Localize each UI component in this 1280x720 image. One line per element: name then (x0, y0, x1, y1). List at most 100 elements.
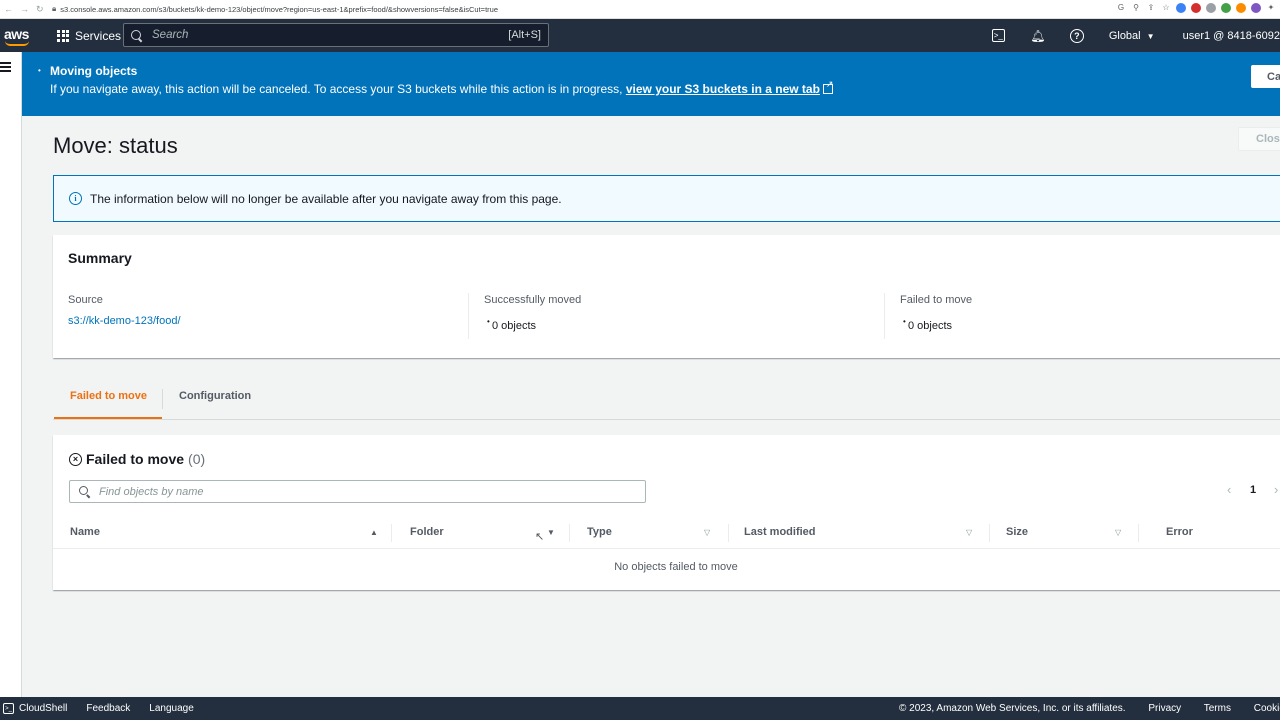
sort-icon[interactable]: ▼ (547, 528, 555, 537)
summary-failed: Failed to move 0 objects (900, 294, 972, 332)
failed-count: (0) (188, 451, 206, 467)
puzzle-icon[interactable]: ✦ (1266, 3, 1276, 13)
sort-icon[interactable]: ▽ (966, 528, 972, 537)
top-nav-right: >_ 🔔︎ ? Global ▼ user1 @ 8418-6092 (991, 19, 1280, 52)
address-bar[interactable]: s3.console.aws.amazon.com/s3/buckets/kk-… (60, 5, 498, 14)
column-header-size[interactable]: Size (1006, 526, 1028, 538)
cancel-button[interactable]: Ca (1251, 65, 1280, 88)
table-header: Name ▲ Folder ▼ Type ▽ Last modified ▽ S… (53, 516, 1280, 549)
copyright-text: © 2023, Amazon Web Services, Inc. or its… (899, 703, 1126, 714)
column-divider (884, 293, 885, 339)
info-alert-text: The information below will no longer be … (90, 191, 562, 206)
tab-list: Failed to move Configuration (53, 381, 1280, 420)
extension-icon[interactable] (1236, 3, 1246, 13)
summary-panel: Summary Source s3://kk-demo-123/food/ Su… (53, 235, 1280, 358)
language-link[interactable]: Language (149, 703, 194, 714)
spinner-icon: • (38, 66, 41, 75)
mouse-cursor-icon: ↖ (535, 531, 545, 543)
column-divider[interactable] (1138, 524, 1139, 542)
failed-value: 0 objects (900, 317, 972, 332)
page-title: Move: status (53, 133, 178, 158)
console-footer: >_ CloudShell Feedback Language © 2023, … (0, 697, 1280, 720)
star-icon[interactable]: ☆ (1161, 3, 1171, 13)
info-icon: i (69, 192, 82, 205)
empty-table-message: No objects failed to move (614, 561, 738, 573)
find-objects-search[interactable] (69, 480, 646, 503)
summary-moved: Successfully moved 0 objects (484, 294, 581, 332)
grid-icon (57, 29, 69, 42)
x-circle-icon: × (69, 452, 82, 466)
info-alert: i The information below will no longer b… (53, 175, 1280, 222)
footer-right: © 2023, Amazon Web Services, Inc. or its… (899, 703, 1280, 714)
column-header-last-modified[interactable]: Last modified (744, 526, 816, 538)
browser-nav: ← → ↻ (0, 4, 52, 15)
share-icon[interactable]: ⇪ (1146, 3, 1156, 13)
column-divider[interactable] (569, 524, 570, 542)
account-menu[interactable]: user1 @ 8418-6092 (1183, 30, 1280, 42)
column-divider[interactable] (728, 524, 729, 542)
aws-logo[interactable]: aws (3, 24, 35, 48)
zoom-icon[interactable]: ⚲ (1131, 3, 1141, 13)
summary-heading: Summary (68, 250, 132, 266)
failed-objects-panel: × Failed to move (0) ‹ 1 › Name ▲ Folder… (53, 435, 1280, 590)
feedback-link[interactable]: Feedback (86, 703, 130, 714)
flash-banner: • Moving objects If you navigate away, t… (22, 52, 1280, 116)
browser-toolbar: ← → ↻ 🔒︎ s3.console.aws.amazon.com/s3/bu… (0, 0, 1280, 19)
services-menu-button[interactable]: Services (57, 29, 121, 43)
summary-source: Source s3://kk-demo-123/food/ (68, 294, 181, 327)
tab-failed-to-move[interactable]: Failed to move (54, 381, 162, 419)
back-icon[interactable]: ← (4, 4, 13, 15)
moved-label: Successfully moved (484, 294, 582, 306)
google-icon[interactable]: G (1116, 3, 1126, 13)
global-search-input[interactable] (152, 29, 492, 41)
extension-icon[interactable] (1191, 3, 1201, 13)
search-shortcut: [Alt+S] (508, 29, 541, 41)
hamburger-icon[interactable] (0, 62, 11, 72)
tab-divider (162, 389, 163, 409)
close-button[interactable]: Clos (1238, 127, 1280, 151)
side-navigation-rail (0, 52, 22, 697)
extension-icon[interactable] (1251, 3, 1261, 13)
column-header-type[interactable]: Type (587, 526, 612, 538)
source-link[interactable]: s3://kk-demo-123/food/ (68, 315, 181, 327)
moved-value: 0 objects (484, 317, 581, 332)
failed-table-heading: × Failed to move (0) (69, 451, 205, 467)
cloudshell-icon[interactable]: >_ (991, 29, 1005, 42)
region-selector[interactable]: Global ▼ (1109, 30, 1155, 42)
search-icon (131, 29, 142, 41)
column-divider[interactable] (989, 524, 990, 542)
forward-icon[interactable]: → (20, 4, 29, 15)
aws-top-nav: aws Services [Alt+S] >_ 🔔︎ ? Global ▼ us… (0, 19, 1280, 52)
column-header-error[interactable]: Error (1166, 526, 1193, 538)
sort-ascending-icon[interactable]: ▲ (370, 528, 378, 537)
flash-title: Moving objects (50, 64, 138, 78)
find-objects-input[interactable] (99, 485, 619, 498)
sort-icon[interactable]: ▽ (704, 528, 710, 537)
global-search[interactable]: [Alt+S] (123, 23, 549, 47)
page-number[interactable]: 1 (1250, 484, 1256, 496)
terms-link[interactable]: Terms (1204, 703, 1231, 714)
cookie-preferences-link[interactable]: Cookie pr (1254, 703, 1280, 714)
column-header-name[interactable]: Name (70, 526, 100, 538)
search-icon (79, 486, 90, 497)
source-label: Source (68, 294, 103, 306)
bell-icon[interactable]: 🔔︎ (1030, 29, 1045, 43)
extension-icon[interactable] (1221, 3, 1231, 13)
column-header-folder[interactable]: Folder (410, 526, 444, 538)
aws-smile-icon (5, 41, 29, 46)
cloudshell-link[interactable]: CloudShell (19, 703, 67, 714)
sort-icon[interactable]: ▽ (1115, 528, 1121, 537)
region-label: Global (1108, 29, 1141, 42)
failed-label: Failed to move (900, 294, 973, 306)
reload-icon[interactable]: ↻ (36, 4, 44, 15)
chevron-right-icon[interactable]: › (1274, 482, 1278, 497)
column-divider[interactable] (391, 524, 392, 542)
tab-configuration[interactable]: Configuration (179, 381, 251, 419)
privacy-link[interactable]: Privacy (1148, 703, 1181, 714)
external-link-icon (822, 79, 833, 94)
extension-icon[interactable] (1206, 3, 1216, 13)
view-buckets-new-tab-link[interactable]: view your S3 buckets in a new tab (626, 82, 820, 96)
help-icon[interactable]: ? (1069, 28, 1084, 43)
extension-icon[interactable] (1176, 3, 1186, 13)
chevron-left-icon[interactable]: ‹ (1227, 482, 1231, 497)
